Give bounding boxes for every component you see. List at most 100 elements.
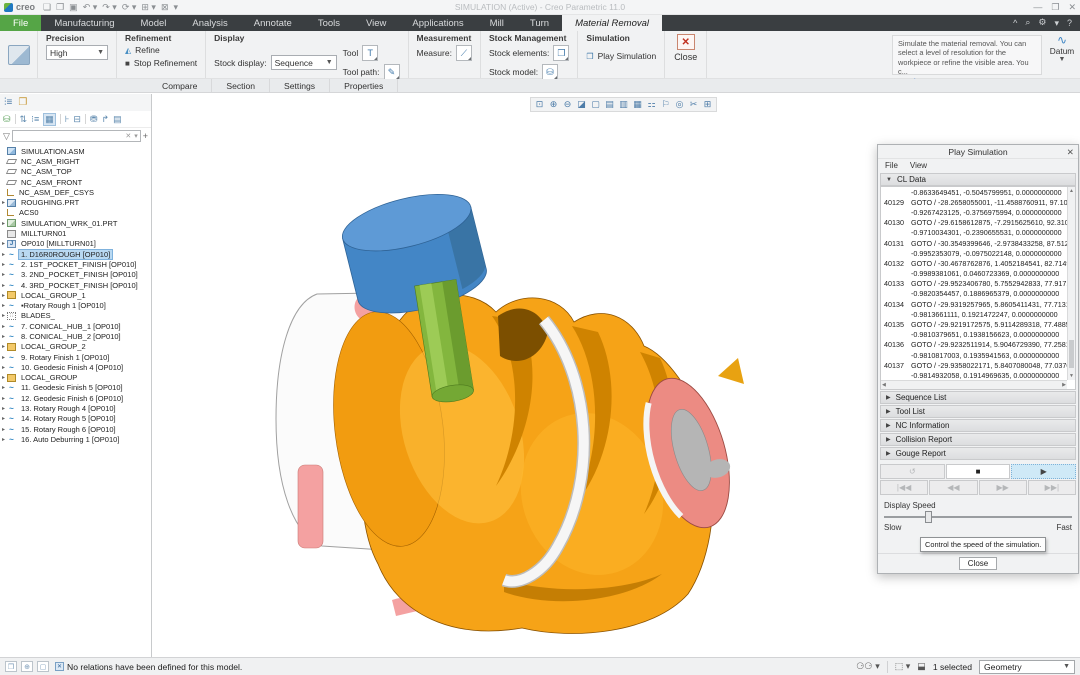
cl-data-row[interactable]: 40130 GOTO / -29.6158612875, -7.29156256… bbox=[881, 218, 1067, 228]
measure-button[interactable]: ⟋ bbox=[456, 45, 472, 61]
close-window-icon[interactable]: ⊠ bbox=[161, 2, 169, 13]
expand-arrow-icon[interactable]: ▸ bbox=[0, 312, 7, 319]
ribbon-tab[interactable]: File bbox=[0, 15, 41, 31]
section-collision-report[interactable]: ▶ Collision Report bbox=[880, 433, 1076, 446]
close-button[interactable]: ✕ bbox=[1068, 2, 1076, 13]
tool-path-display-button[interactable]: ✎ bbox=[384, 64, 400, 80]
search-icon[interactable]: ⌕ bbox=[1025, 18, 1030, 28]
selection-filter-icon[interactable]: ⬓ bbox=[917, 661, 926, 672]
expand-arrow-icon[interactable]: ▸ bbox=[0, 220, 7, 227]
layers-icon[interactable]: ⛃ bbox=[90, 114, 98, 125]
restore-button[interactable]: ❐ bbox=[1051, 2, 1059, 13]
precision-select[interactable]: High ▼ bbox=[46, 45, 108, 60]
tree-item-millturn01[interactable]: MILLTURN01 bbox=[0, 228, 151, 238]
tree-item-nc-asm-front[interactable]: NC_ASM_FRONT bbox=[0, 177, 151, 187]
tree-item-op010[interactable]: ▸ OP010 [MILLTURN01] bbox=[0, 239, 151, 249]
tree-item-geodesic-finish-4[interactable]: ▸ 10. Geodesic Finish 4 [OP010] bbox=[0, 362, 151, 372]
ribbon-tab[interactable]: Material Removal bbox=[562, 15, 662, 31]
section-gouge-report[interactable]: ▶ Gouge Report bbox=[880, 447, 1076, 460]
tree-item-geodesic-finish-5[interactable]: ▸ 11. Geodesic Finish 5 [OP010] bbox=[0, 383, 151, 393]
minimize-button[interactable]: — bbox=[1033, 2, 1042, 13]
vertical-scrollbar[interactable]: ▲ ▼ bbox=[1067, 187, 1075, 380]
expand-arrow-icon[interactable]: ▸ bbox=[0, 364, 7, 371]
help-icon[interactable]: ? bbox=[1067, 18, 1072, 28]
model-tree-tab-icon[interactable]: ⫶≡ bbox=[4, 97, 12, 108]
dialog-menu-item[interactable]: View bbox=[910, 161, 927, 170]
expand-arrow-icon[interactable]: ▸ bbox=[0, 354, 7, 361]
tree-item-3rd-pocket-finish[interactable]: ▸ 4. 3RD_POCKET_FINISH [OP010] bbox=[0, 280, 151, 290]
subtab[interactable]: Properties bbox=[330, 79, 398, 92]
expand-arrow-icon[interactable]: ▸ bbox=[0, 240, 7, 247]
tree-item-nc-asm-right[interactable]: NC_ASM_RIGHT bbox=[0, 156, 151, 166]
replay-button[interactable]: ↺ bbox=[880, 464, 945, 479]
ribbon-tab[interactable]: View bbox=[353, 15, 399, 31]
stock-display-select[interactable]: Sequence ▼ bbox=[271, 55, 337, 70]
expand-arrow-icon[interactable]: ▸ bbox=[0, 374, 7, 381]
speed-slider-handle[interactable] bbox=[925, 511, 932, 523]
section-tool-list[interactable]: ▶ Tool List bbox=[880, 405, 1076, 418]
full-screen-icon[interactable]: ▢ bbox=[37, 661, 49, 672]
cl-data-row[interactable]: 40135 GOTO / -29.9219172575, 5.911428931… bbox=[881, 319, 1067, 329]
subtab[interactable]: Section bbox=[212, 79, 270, 92]
cl-data-row[interactable]: 40129 GOTO / -28.2658055001, -11.4588760… bbox=[881, 197, 1067, 207]
expand-arrow-icon[interactable]: ▸ bbox=[0, 405, 7, 412]
speed-slider-track[interactable] bbox=[884, 516, 1072, 518]
stop-button[interactable]: ■ bbox=[946, 464, 1011, 479]
expand-arrow-icon[interactable]: ▸ bbox=[0, 292, 7, 299]
cl-data-row[interactable]: -0.9820354457, 0.1886965379, 0.000000000… bbox=[881, 289, 1067, 299]
horizontal-scrollbar[interactable]: ◀ ▶ bbox=[881, 380, 1067, 389]
tree-settings-icon[interactable]: ▤ bbox=[113, 114, 122, 125]
expand-arrow-icon[interactable]: ▸ bbox=[0, 415, 7, 422]
close-tab-button[interactable]: ✕ Close bbox=[665, 31, 707, 78]
selection-box-icon[interactable]: ⬚ ▾ bbox=[895, 661, 911, 672]
expand-arrow-icon[interactable]: ▸ bbox=[0, 282, 7, 289]
subtab[interactable]: Compare bbox=[148, 79, 212, 92]
tree-grid-icon[interactable]: ▦ bbox=[43, 113, 56, 126]
tree-item-2nd-pocket-finish[interactable]: ▸ 3. 2ND_POCKET_FINISH [OP010] bbox=[0, 270, 151, 280]
fast-forward-button[interactable]: ▶▶ bbox=[979, 480, 1027, 495]
expand-arrow-icon[interactable]: ▸ bbox=[0, 333, 7, 340]
expand-arrow-icon[interactable]: ▸ bbox=[0, 426, 7, 433]
tree-item-rotary-rough-6[interactable]: ▸ 15. Rotary Rough 6 [OP010] bbox=[0, 424, 151, 434]
uncut-stock-patch-left[interactable] bbox=[298, 465, 323, 548]
expand-arrow-icon[interactable]: ▸ bbox=[0, 261, 7, 268]
model-tree-toggle-icon[interactable]: ❒ bbox=[5, 661, 17, 672]
ribbon-tab[interactable]: Turn bbox=[517, 15, 562, 31]
scroll-down-icon[interactable]: ▼ bbox=[1068, 373, 1075, 379]
skip-to-start-button[interactable]: |◀◀ bbox=[880, 480, 928, 495]
tree-item-1st-pocket-finish[interactable]: ▸ 2. 1ST_POCKET_FINISH [OP010] bbox=[0, 259, 151, 269]
cl-data-row[interactable]: -0.9267423125, -0.3756975994, 0.00000000… bbox=[881, 207, 1067, 217]
ribbon-tab[interactable]: Model bbox=[128, 15, 180, 31]
redo-icon[interactable]: ↷ ▾ bbox=[102, 2, 117, 13]
play-simulation-button[interactable]: ❒ Play Simulation bbox=[586, 51, 656, 61]
cl-data-row[interactable]: -0.9989381061, 0.0460723369, 0.000000000… bbox=[881, 269, 1067, 279]
skip-to-end-button[interactable]: ▶▶| bbox=[1028, 480, 1076, 495]
dialog-menu-item[interactable]: File bbox=[885, 161, 898, 170]
find-icon[interactable]: ↱ bbox=[102, 114, 110, 125]
ribbon-tab[interactable]: Applications bbox=[399, 15, 476, 31]
section-sequence-list[interactable]: ▶ Sequence List bbox=[880, 391, 1076, 404]
cl-data-list[interactable]: -0.8633649451, -0.5045799951, 0.00000000… bbox=[880, 186, 1076, 390]
windows-icon[interactable]: ⊞ ▾ bbox=[141, 2, 156, 13]
show-icon[interactable]: ⛁ bbox=[3, 114, 11, 125]
tree-item-rotary-rough-1[interactable]: ▸ ▪Rotary Rough 1 [OP010] bbox=[0, 300, 151, 310]
expand-tree-icon[interactable]: ⊦ bbox=[65, 114, 70, 125]
dialog-close-icon[interactable]: ✕ bbox=[1067, 145, 1074, 159]
ribbon-tab[interactable]: Tools bbox=[305, 15, 353, 31]
cl-data-row[interactable]: -0.9810379651, 0.1938156623, 0.000000000… bbox=[881, 330, 1067, 340]
new-file-icon[interactable]: ❏ bbox=[43, 2, 51, 13]
tree-item-rotary-rough-4[interactable]: ▸ 13. Rotary Rough 4 [OP010] bbox=[0, 403, 151, 413]
graphics-viewport[interactable]: ⊡⊕⊖◪▢▤▥▦⚏⚐◎✂⊞ bbox=[152, 94, 1080, 657]
save-icon[interactable]: ▣ bbox=[69, 2, 78, 13]
tree-item-nc-asm-top[interactable]: NC_ASM_TOP bbox=[0, 167, 151, 177]
tree-item-local-group-1[interactable]: ▸ LOCAL_GROUP_1 bbox=[0, 290, 151, 300]
tree-item-acs0[interactable]: ACS0 bbox=[0, 208, 151, 218]
customize-qat-icon[interactable]: ▾ bbox=[173, 2, 178, 13]
scroll-left-icon[interactable]: ◀ bbox=[882, 382, 886, 388]
stock-model-button[interactable]: ⛁ bbox=[542, 64, 558, 80]
cl-data-row[interactable]: 40133 GOTO / -29.9523406780, 5.755294283… bbox=[881, 279, 1067, 289]
tree-item-auto-deburring-1[interactable]: ▸ 16. Auto Deburring 1 [OP010] bbox=[0, 434, 151, 444]
expand-arrow-icon[interactable]: ▸ bbox=[0, 384, 7, 391]
filter-funnel-icon[interactable]: ▽ bbox=[3, 131, 10, 142]
cl-data-row[interactable]: -0.8633649451, -0.5045799951, 0.00000000… bbox=[881, 187, 1067, 197]
